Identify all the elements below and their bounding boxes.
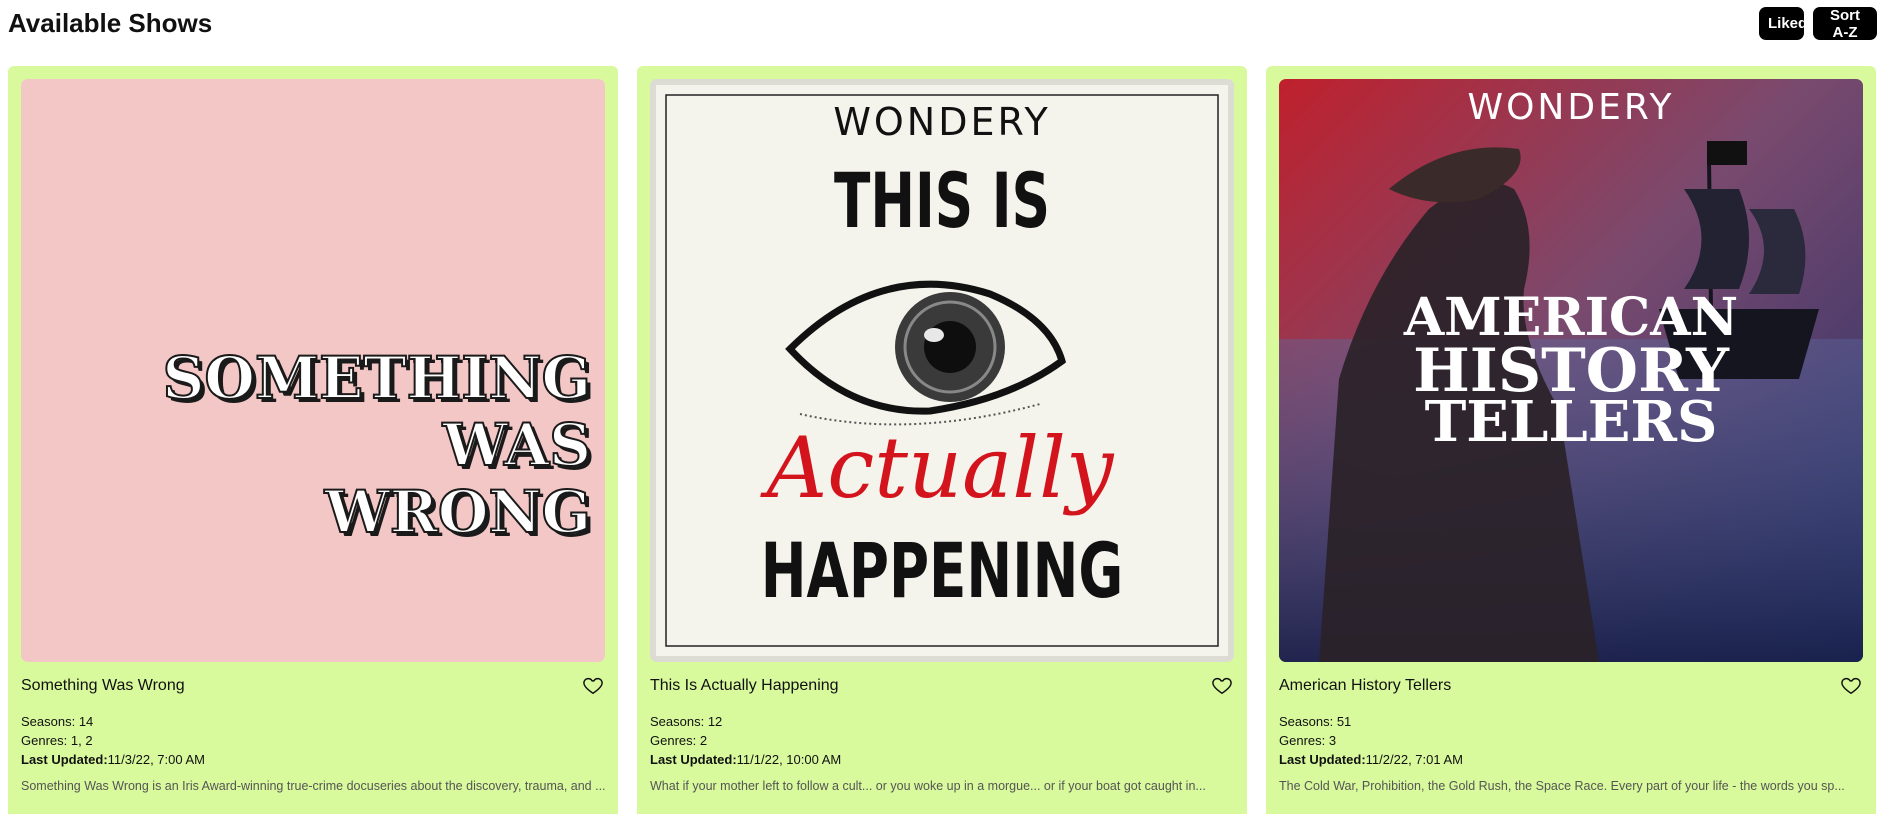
show-cover-image[interactable]: SOMETHING SOMETHING WAS WAS WRONG WRONG — [21, 79, 605, 662]
show-card[interactable]: WONDERY THIS IS Actually HAPPENING This … — [637, 66, 1247, 814]
art-line-1: THIS IS — [834, 158, 1050, 246]
show-genres: Genres: 2 — [650, 733, 708, 748]
show-last-updated: Last Updated:11/2/22, 7:01 AM — [1279, 752, 1464, 767]
show-description: Something Was Wrong is an Iris Award-win… — [21, 779, 606, 793]
show-seasons: Seasons: 12 — [650, 714, 723, 729]
show-description: The Cold War, Prohibition, the Gold Rush… — [1279, 779, 1845, 793]
show-seasons: Seasons: 51 — [1279, 714, 1352, 729]
show-card[interactable]: WONDERY AMERICAN HISTORY TELLERS America… — [1266, 66, 1876, 814]
show-title[interactable]: Something Was Wrong — [21, 677, 185, 695]
show-cover-image[interactable]: WONDERY THIS IS Actually HAPPENING — [650, 79, 1234, 662]
show-seasons: Seasons: 14 — [21, 714, 94, 729]
show-description: What if your mother left to follow a cul… — [650, 779, 1206, 793]
show-card[interactable]: SOMETHING SOMETHING WAS WAS WRONG WRONG … — [8, 66, 618, 814]
show-last-updated: Last Updated:11/1/22, 10:00 AM — [650, 752, 842, 767]
show-cover-image[interactable]: WONDERY AMERICAN HISTORY TELLERS — [1279, 79, 1863, 662]
heart-outline-icon[interactable] — [1211, 674, 1233, 696]
art-word-3-front: WRONG — [324, 478, 591, 546]
art-word-1-front: SOMETHING — [163, 344, 591, 412]
header: Available Shows Liked Sort A-Z — [0, 0, 1885, 64]
art-word-2-front: WAS — [442, 411, 591, 479]
cover-art-this-is-actually-happening: WONDERY THIS IS Actually HAPPENING — [650, 79, 1234, 662]
cover-art-something-was-wrong: SOMETHING SOMETHING WAS WAS WRONG WRONG — [21, 79, 605, 662]
art-brand: WONDERY — [1467, 87, 1674, 128]
art-line-3: HAPPENING — [761, 527, 1124, 615]
page-title: Available Shows — [8, 8, 213, 38]
show-title[interactable]: This Is Actually Happening — [650, 677, 839, 695]
heart-outline-icon[interactable] — [1840, 674, 1862, 696]
art-line-3: TELLERS — [1425, 389, 1718, 455]
show-last-updated: Last Updated:11/3/22, 7:00 AM — [21, 752, 206, 767]
show-genres: Genres: 3 — [1279, 733, 1337, 748]
heart-outline-icon[interactable] — [582, 674, 604, 696]
art-brand: WONDERY — [833, 100, 1050, 144]
show-title[interactable]: American History Tellers — [1279, 677, 1451, 695]
cover-art-american-history-tellers: WONDERY AMERICAN HISTORY TELLERS — [1279, 79, 1863, 662]
art-line-2: Actually — [760, 419, 1115, 517]
show-genres: Genres: 1, 2 — [21, 733, 93, 748]
sort-az-button[interactable]: Sort A-Z — [1813, 7, 1877, 41]
liked-filter-button[interactable]: Liked — [1759, 7, 1807, 40]
